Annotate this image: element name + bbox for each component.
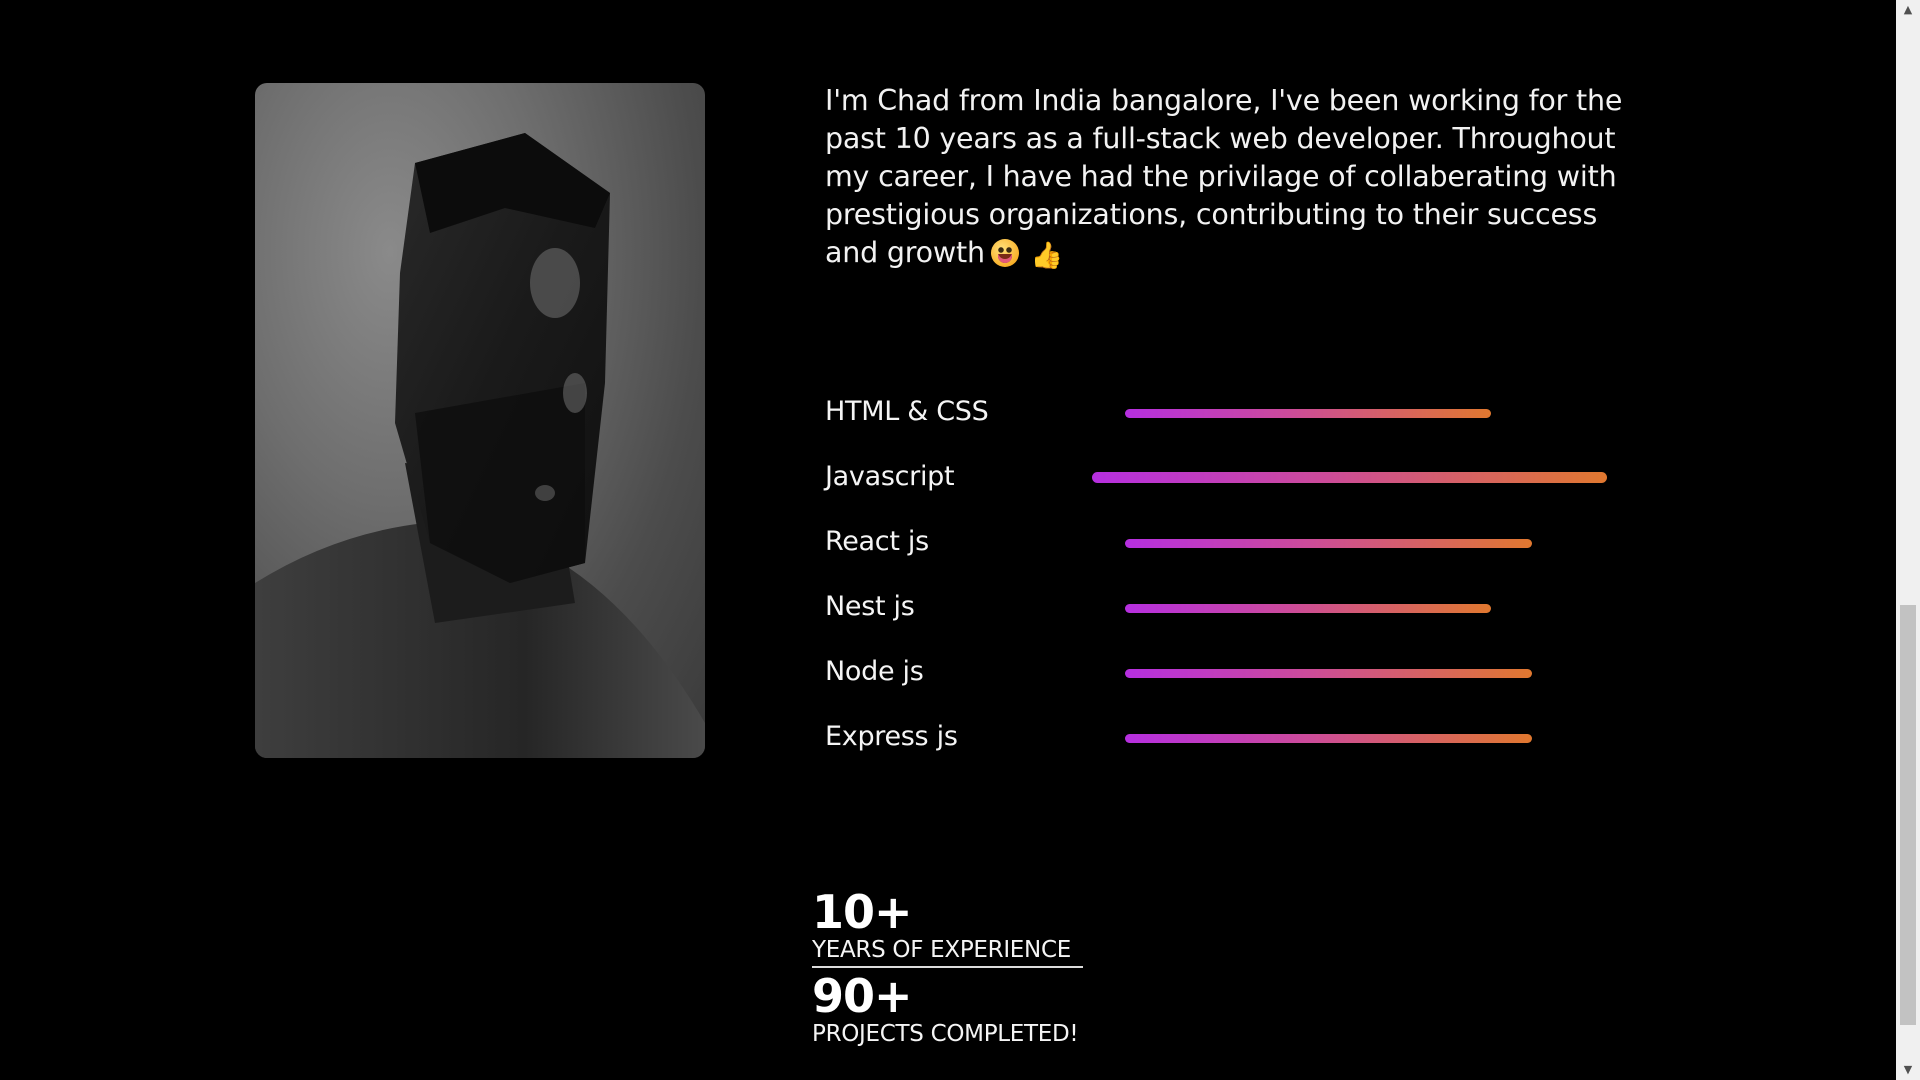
skill-label: Node js xyxy=(825,656,924,687)
about-section: I'm Chad from India bangalore, I've been… xyxy=(0,0,1920,1080)
skill-progress-bar xyxy=(1125,604,1491,613)
skill-progress-bar xyxy=(1125,734,1532,743)
skill-label: Express js xyxy=(825,721,958,752)
skill-label: HTML & CSS xyxy=(825,396,989,427)
skill-label: React js xyxy=(825,526,929,557)
bio-text: I'm Chad from India bangalore, I've been… xyxy=(825,84,1623,269)
thumbs-up-emoji-icon: 👍 xyxy=(1030,241,1064,271)
stat-number: 90+ xyxy=(812,969,913,1023)
profile-photo xyxy=(255,83,705,758)
skill-row-node-js: Node js xyxy=(825,650,1625,715)
stat-number: 10+ xyxy=(812,885,913,939)
skill-progress-bar xyxy=(1125,409,1491,418)
skills-list: HTML & CSS Javascript React js Nest js N… xyxy=(825,390,1625,780)
skill-row-react-js: React js xyxy=(825,520,1625,585)
bio-text-block: I'm Chad from India bangalore, I've been… xyxy=(825,82,1655,275)
profile-photo-image xyxy=(255,133,705,758)
vertical-scrollbar[interactable]: ▲ ▼ xyxy=(1896,0,1920,1080)
stat-projects-completed: 90+ PROJECTS COMPLETED! xyxy=(812,972,1083,1050)
stat-years-experience: 10+ YEARS OF EXPERIENCE xyxy=(812,888,1083,968)
grinning-face-emoji-icon xyxy=(990,239,1019,267)
skill-label: Nest js xyxy=(825,591,915,622)
skill-row-html-css: HTML & CSS xyxy=(825,390,1625,455)
skill-row-express-js: Express js xyxy=(825,715,1625,780)
skill-progress-bar xyxy=(1125,539,1532,548)
skill-row-nest-js: Nest js xyxy=(825,585,1625,650)
skill-progress-bar xyxy=(1092,472,1607,483)
stat-caption: YEARS OF EXPERIENCE xyxy=(812,936,1083,968)
scroll-up-arrow-icon[interactable]: ▲ xyxy=(1896,0,1920,20)
scroll-down-arrow-icon[interactable]: ▼ xyxy=(1896,1060,1920,1080)
scrollbar-thumb[interactable] xyxy=(1900,605,1916,1025)
skill-label: Javascript xyxy=(825,461,955,492)
skill-row-javascript: Javascript xyxy=(825,455,1625,520)
stats-block: 10+ YEARS OF EXPERIENCE 90+ PROJECTS COM… xyxy=(812,888,1083,1050)
skill-progress-bar xyxy=(1125,669,1532,678)
stat-caption: PROJECTS COMPLETED! xyxy=(812,1021,1079,1047)
